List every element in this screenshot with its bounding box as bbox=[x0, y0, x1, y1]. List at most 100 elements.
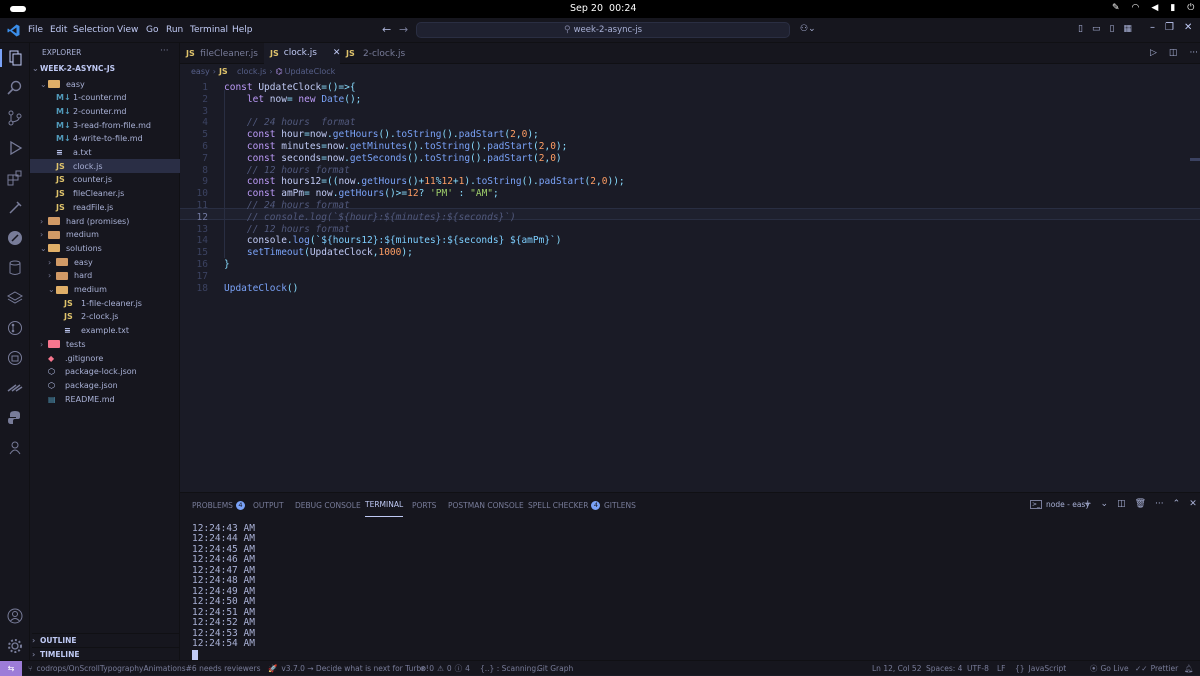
maximize-panel-icon[interactable]: ⌃ bbox=[1173, 499, 1181, 509]
layers-icon[interactable] bbox=[6, 290, 24, 306]
tree-item[interactable]: M↓ 3-read-from-file.md bbox=[30, 118, 180, 132]
menu-go[interactable]: Go bbox=[146, 25, 158, 35]
python-icon[interactable] bbox=[7, 410, 23, 426]
panel-tab-spell-checker[interactable]: SPELL CHECKER 4 bbox=[528, 493, 601, 517]
status-indentation[interactable]: Spaces: 4 bbox=[926, 662, 962, 675]
tree-item[interactable]: M↓ 4-write-to-file.md bbox=[30, 132, 180, 146]
status-cursor-position[interactable]: Ln 12, Col 52 bbox=[872, 662, 921, 675]
status-language[interactable]: {} JavaScript bbox=[1015, 662, 1066, 675]
menu-file[interactable]: File bbox=[28, 25, 43, 35]
more-actions-icon[interactable]: ··· bbox=[1189, 48, 1198, 58]
toggle-secondary-sidebar-icon[interactable]: ▯ bbox=[1109, 24, 1114, 34]
timeline-section[interactable]: › TIMELINE bbox=[32, 647, 180, 660]
chevron-down-icon[interactable]: ⌄ bbox=[1101, 499, 1109, 509]
tree-item[interactable]: ≡ example.txt bbox=[30, 324, 180, 338]
tree-item[interactable]: › easy bbox=[30, 255, 180, 269]
menu-run[interactable]: Run bbox=[166, 25, 183, 35]
breadcrumb-folder[interactable]: easy bbox=[191, 67, 210, 76]
tree-item[interactable]: JS clock.js bbox=[30, 159, 180, 174]
menu-edit[interactable]: Edit bbox=[50, 25, 67, 35]
terminal-output[interactable]: 12:24:43 AM 12:24:44 AM 12:24:45 AM 12:24:4… bbox=[180, 523, 1200, 661]
tree-item[interactable]: ≡ a.txt bbox=[30, 146, 180, 160]
explorer-icon[interactable] bbox=[7, 50, 23, 66]
tree-item[interactable]: › tests bbox=[30, 337, 180, 351]
tree-item[interactable]: ⌄ easy bbox=[30, 77, 180, 91]
breadcrumb-file[interactable]: clock.js bbox=[237, 67, 266, 76]
tree-item[interactable]: JS counter.js bbox=[30, 173, 180, 187]
menu-selection[interactable]: Selection bbox=[73, 25, 114, 35]
remote-indicator[interactable]: ⇆ bbox=[0, 661, 22, 676]
terminal-selector[interactable]: >_ node - easy bbox=[1030, 500, 1090, 509]
command-center-search[interactable]: ⚲ week-2-async-js bbox=[416, 22, 790, 38]
system-clock[interactable]: Sep 20 00:24 bbox=[570, 3, 636, 14]
breadcrumb-symbol[interactable]: UpdateClock bbox=[285, 67, 336, 76]
status-turbo[interactable]: 🚀 v3.7.0 → Decide what is next for Turbo… bbox=[268, 662, 429, 675]
minimize-icon[interactable]: – bbox=[1150, 22, 1155, 33]
workspace-root[interactable]: ⌄ WEEK-2-ASYNC-JS bbox=[32, 64, 115, 73]
gitlens-icon[interactable] bbox=[7, 320, 23, 336]
forward-arrow-icon[interactable]: → bbox=[399, 23, 408, 36]
status-encoding[interactable]: UTF-8 bbox=[967, 662, 989, 675]
tree-item[interactable]: M↓ 2-counter.md bbox=[30, 104, 180, 118]
run-debug-icon[interactable] bbox=[7, 140, 23, 156]
tree-item[interactable]: JS 2-clock.js bbox=[30, 310, 180, 324]
status-scanning[interactable]: {..} : Scanning.. bbox=[480, 662, 541, 675]
postman-icon[interactable] bbox=[7, 230, 23, 246]
tree-item[interactable]: › hard bbox=[30, 269, 180, 283]
panel-tab-terminal[interactable]: TERMINAL bbox=[365, 493, 404, 517]
tab-clock[interactable]: JS clock.js ✕ bbox=[264, 43, 340, 64]
tree-item[interactable]: JS readFile.js bbox=[30, 200, 180, 214]
tab-filecleaner[interactable]: JS fileCleaner.js bbox=[180, 43, 264, 64]
panel-tab-postman-console[interactable]: POSTMAN CONSOLE bbox=[448, 493, 524, 517]
close-panel-icon[interactable]: ✕ bbox=[1189, 499, 1197, 509]
split-terminal-icon[interactable]: ◫ bbox=[1117, 499, 1126, 509]
more-actions-icon[interactable]: ··· bbox=[1155, 499, 1164, 509]
toggle-panel-icon[interactable]: ▭ bbox=[1092, 24, 1101, 34]
account-icon[interactable] bbox=[7, 608, 23, 624]
status-git-graph[interactable]: Git Graph bbox=[537, 662, 573, 675]
panel-tab-gitlens[interactable]: GITLENS bbox=[604, 493, 636, 517]
tree-item[interactable]: ◆ .gitignore bbox=[30, 351, 180, 365]
extensions-icon[interactable] bbox=[7, 170, 23, 186]
close-icon[interactable]: ✕ bbox=[1184, 22, 1192, 33]
tree-item[interactable]: ▤ README.md bbox=[30, 392, 180, 406]
copilot-icon[interactable]: ⚇⌄ bbox=[800, 24, 816, 34]
tree-item[interactable]: ⌄ medium bbox=[30, 283, 180, 297]
tree-item[interactable]: JS 1-file-cleaner.js bbox=[30, 296, 180, 310]
outline-section[interactable]: › OUTLINE bbox=[32, 633, 180, 647]
tree-item[interactable]: M↓ 1-counter.md bbox=[30, 91, 180, 105]
tab-2-clock[interactable]: JS 2-clock.js bbox=[340, 43, 414, 64]
tree-item[interactable]: › medium bbox=[30, 228, 180, 242]
turbo-icon[interactable] bbox=[7, 380, 23, 396]
status-pr[interactable]: ⑂ codrops/OnScrollTypographyAnimations#6… bbox=[28, 662, 261, 675]
new-terminal-icon[interactable]: + bbox=[1084, 499, 1092, 509]
customize-layout-icon[interactable]: ▦ bbox=[1123, 24, 1132, 34]
trash-icon[interactable]: 🗑 bbox=[1135, 499, 1146, 509]
menu-terminal[interactable]: Terminal bbox=[190, 25, 228, 35]
status-prettier[interactable]: ✓✓ Prettier bbox=[1135, 662, 1178, 675]
settings-gear-icon[interactable] bbox=[7, 638, 23, 654]
status-eol[interactable]: LF bbox=[997, 662, 1006, 675]
back-arrow-icon[interactable]: ← bbox=[382, 23, 391, 36]
database-icon[interactable] bbox=[7, 260, 23, 276]
status-golive[interactable]: ⦿ Go Live bbox=[1090, 662, 1129, 675]
maximize-icon[interactable]: ❐ bbox=[1165, 22, 1174, 33]
menu-help[interactable]: Help bbox=[232, 25, 253, 35]
status-problems[interactable]: ⊗ 0 ⚠ 0 ⓘ 4 bbox=[420, 662, 470, 675]
notifications-bell-icon[interactable]: 🔔︎ bbox=[1184, 662, 1194, 675]
tree-item[interactable]: JS fileCleaner.js bbox=[30, 187, 180, 201]
panel-tab-debug-console[interactable]: DEBUG CONSOLE bbox=[295, 493, 361, 517]
tree-item[interactable]: ⬡ package.json bbox=[30, 378, 180, 392]
panel-tab-problems[interactable]: PROBLEMS 4 bbox=[192, 493, 245, 517]
run-file-icon[interactable]: ▷ bbox=[1150, 48, 1157, 58]
workspace-indicator[interactable] bbox=[10, 6, 26, 12]
remote-explorer-icon[interactable] bbox=[7, 200, 23, 216]
system-tray[interactable]: ✎ ◠ ◀ ▮ ⏻ bbox=[1112, 3, 1194, 13]
docker-icon[interactable] bbox=[7, 350, 23, 366]
accounts-tree-icon[interactable] bbox=[7, 440, 23, 456]
toggle-sidebar-icon[interactable]: ▯ bbox=[1078, 24, 1083, 34]
split-editor-icon[interactable]: ◫ bbox=[1169, 48, 1178, 58]
panel-tab-output[interactable]: OUTPUT bbox=[253, 493, 284, 517]
tree-item[interactable]: › hard (promises) bbox=[30, 214, 180, 228]
more-actions-icon[interactable]: ··· bbox=[160, 46, 169, 56]
